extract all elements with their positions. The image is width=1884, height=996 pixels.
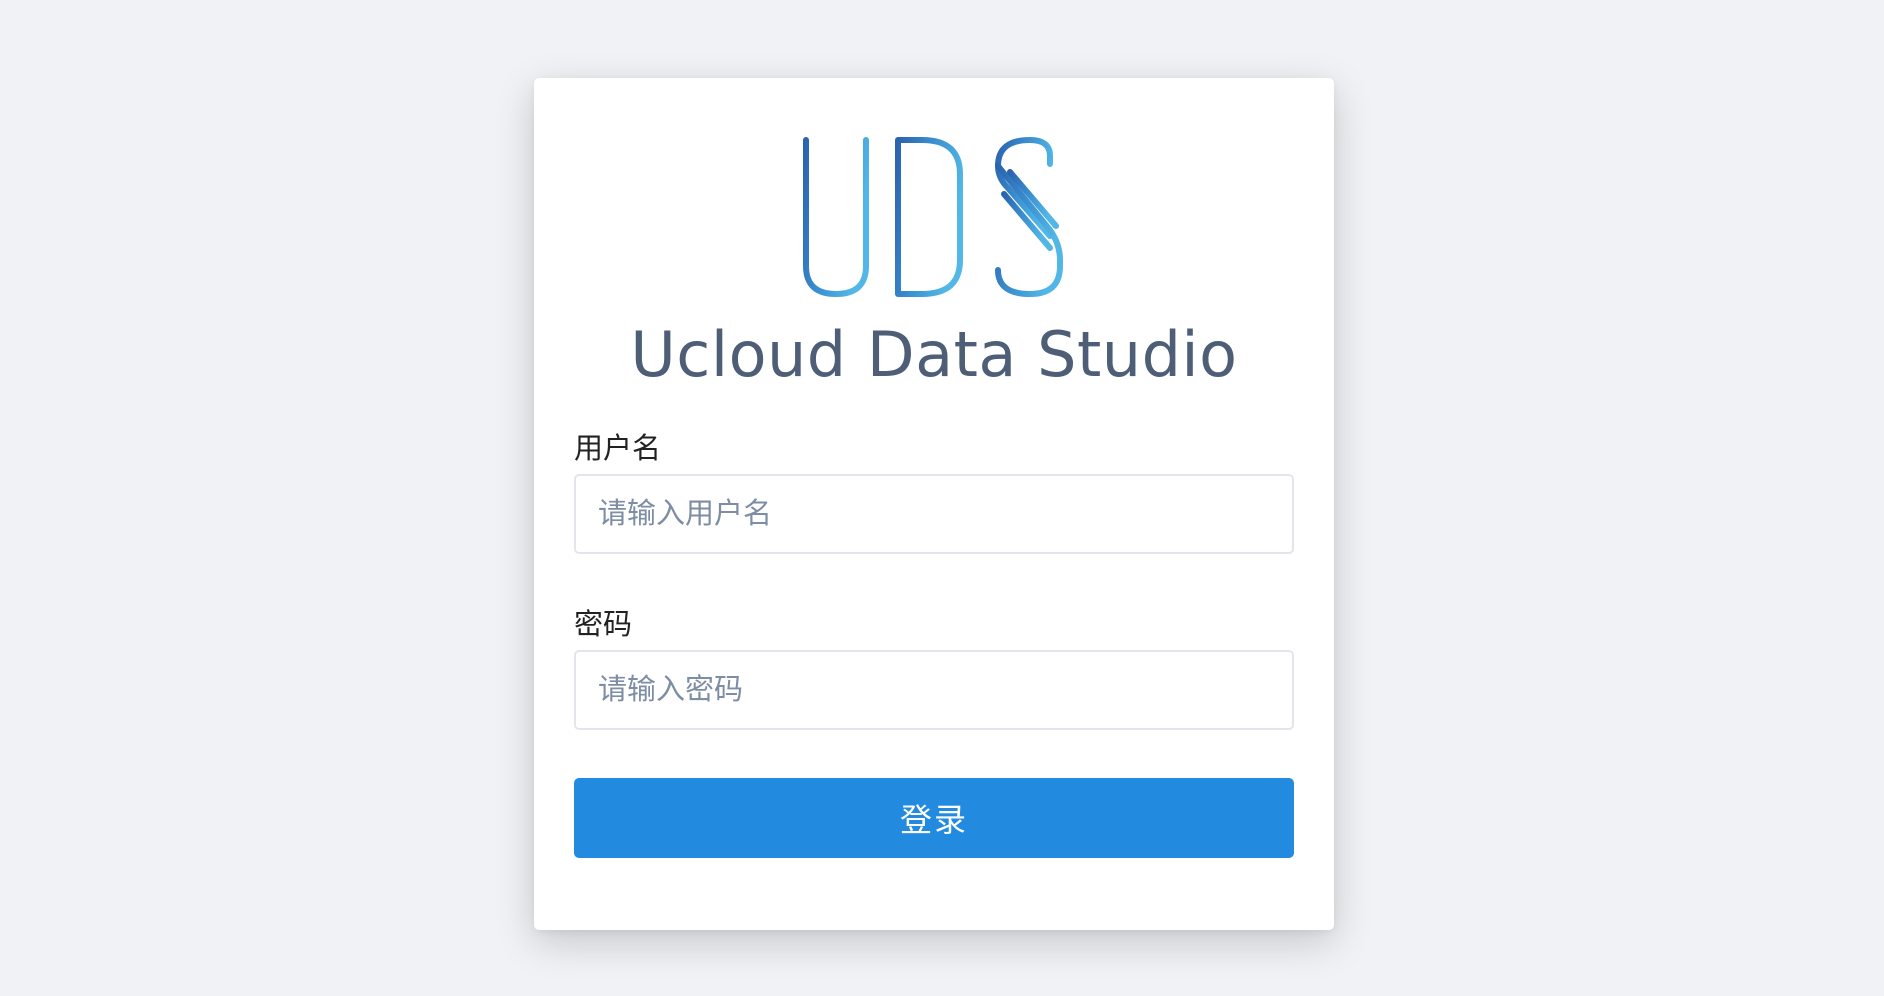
- login-card: Ucloud Data Studio 用户名 密码 登录: [534, 78, 1334, 930]
- password-input[interactable]: [574, 650, 1294, 730]
- login-button[interactable]: 登录: [574, 778, 1294, 858]
- password-field-group: 密码: [574, 608, 1294, 730]
- uds-logo-icon: [803, 137, 1063, 297]
- username-field-group: 用户名: [574, 432, 1294, 554]
- username-input[interactable]: [574, 474, 1294, 554]
- password-label: 密码: [574, 609, 633, 641]
- app-title: Ucloud Data Studio: [630, 318, 1238, 391]
- uds-logo: [534, 136, 1334, 300]
- username-label: 用户名: [574, 433, 662, 465]
